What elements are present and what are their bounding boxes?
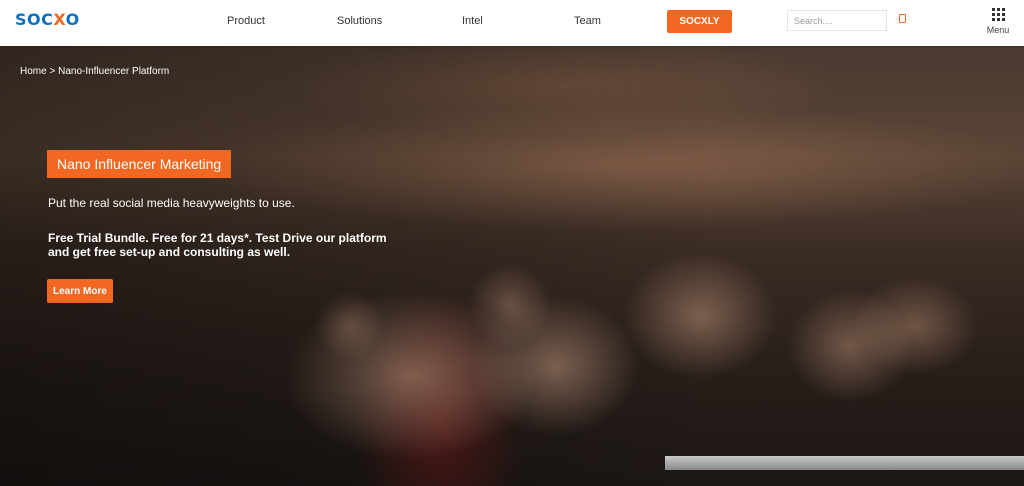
nav-link-intel[interactable]: Intel [462, 15, 483, 27]
menu-button[interactable]: Menu [984, 8, 1012, 35]
breadcrumb: Home > Nano-Influencer Platform [20, 66, 169, 77]
offer-line-2: and get free set-up and consulting as we… [48, 245, 291, 259]
grid-menu-icon [991, 8, 1005, 21]
menu-label: Menu [986, 25, 1010, 35]
breadcrumb-current: Nano-Influencer Platform [58, 66, 170, 77]
hero-banner: Home > Nano-Influencer Platform Nano Inf… [0, 46, 1024, 486]
barrier-rail [665, 456, 1024, 470]
hero-offer-text: Free Trial Bundle. Free for 21 days*. Te… [48, 231, 418, 259]
hero-tag: Nano Influencer Marketing [47, 150, 232, 178]
nav-link-product[interactable]: Product [227, 15, 265, 27]
learn-more-button[interactable]: Learn More [47, 279, 113, 303]
breadcrumb-home-link[interactable]: Home [20, 66, 47, 77]
socxly-button[interactable]: SOCXLY [667, 10, 732, 33]
offer-line-1: Free Trial Bundle. Free for 21 days*. Te… [48, 231, 387, 245]
top-navbar: SOCXO Product Solutions Intel Team SOCXL… [0, 0, 1024, 46]
breadcrumb-separator: > [49, 66, 56, 77]
nav-link-solutions[interactable]: Solutions [337, 15, 382, 27]
search-input[interactable] [787, 10, 887, 31]
search-icon[interactable] [899, 14, 906, 23]
socxo-logo[interactable]: SOCXO [15, 10, 80, 29]
hero-subtitle: Put the real social media heavyweights t… [48, 196, 295, 210]
nav-link-team[interactable]: Team [574, 15, 601, 27]
